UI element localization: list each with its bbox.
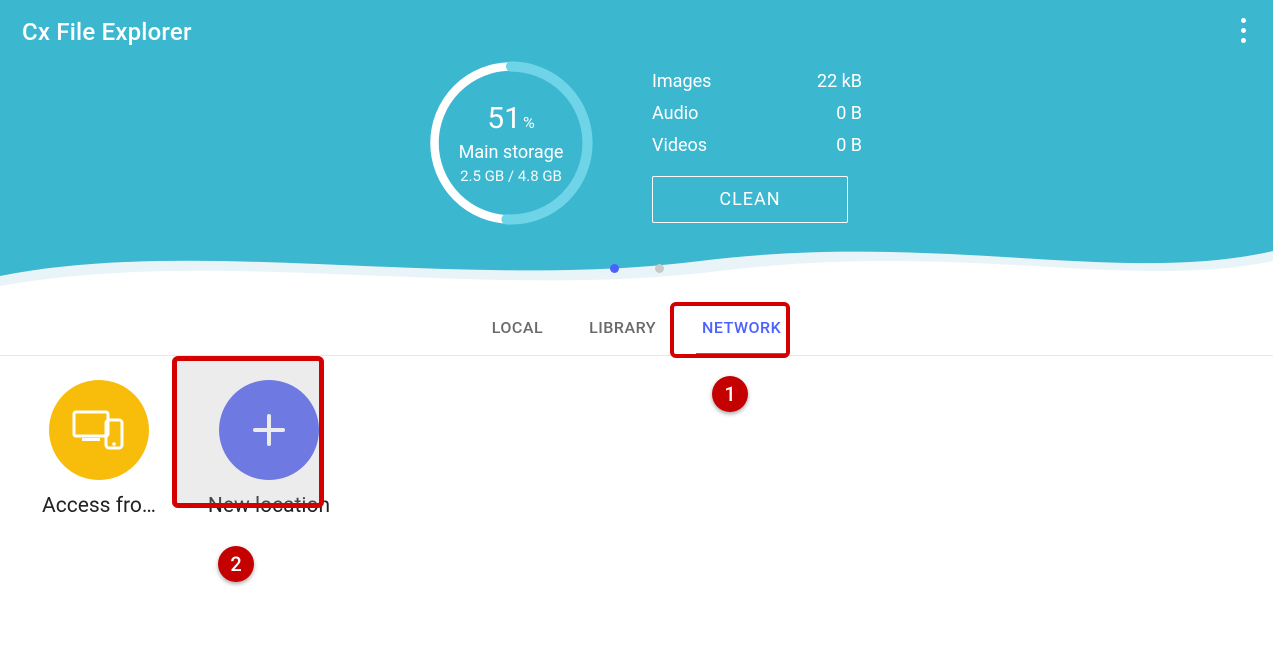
more-menu-button[interactable] (1227, 14, 1259, 46)
network-grid: Access fro… New location (0, 356, 1273, 518)
storage-ring[interactable]: 51% Main storage 2.5 GB / 4.8 GB (426, 58, 596, 228)
clean-button[interactable]: CLEAN (652, 176, 848, 223)
pager-dot-1[interactable] (655, 264, 664, 273)
tab-library[interactable]: LIBRARY (583, 300, 662, 355)
storage-label: Main storage (459, 142, 564, 163)
tab-local[interactable]: LOCAL (486, 300, 549, 355)
grid-item-access-from-network[interactable]: Access fro… (24, 380, 174, 518)
dots-icon (1241, 18, 1246, 23)
stat-row-videos: Videos 0 B (652, 130, 862, 162)
grid-item-new-location[interactable]: New location (194, 380, 344, 518)
tab-bar: LOCAL LIBRARY NETWORK (0, 300, 1273, 356)
storage-stats: Images 22 kB Audio 0 B Videos 0 B CLEAN (652, 66, 862, 223)
header: Cx File Explorer 51% Main storage 2.5 GB… (0, 0, 1273, 300)
tab-network[interactable]: NETWORK (696, 300, 787, 355)
stat-row-images: Images 22 kB (652, 66, 862, 98)
grid-item-label: Access fro… (42, 494, 156, 518)
plus-icon (219, 380, 319, 480)
devices-icon (49, 380, 149, 480)
app-title: Cx File Explorer (22, 18, 192, 46)
stat-row-audio: Audio 0 B (652, 98, 862, 130)
annotation-badge-2: 2 (218, 546, 254, 582)
grid-item-label: New location (208, 494, 330, 518)
storage-percent: 51% (487, 101, 534, 136)
pager-dot-0[interactable] (610, 264, 619, 273)
pager-dots (610, 264, 664, 273)
storage-usage: 2.5 GB / 4.8 GB (460, 167, 562, 185)
